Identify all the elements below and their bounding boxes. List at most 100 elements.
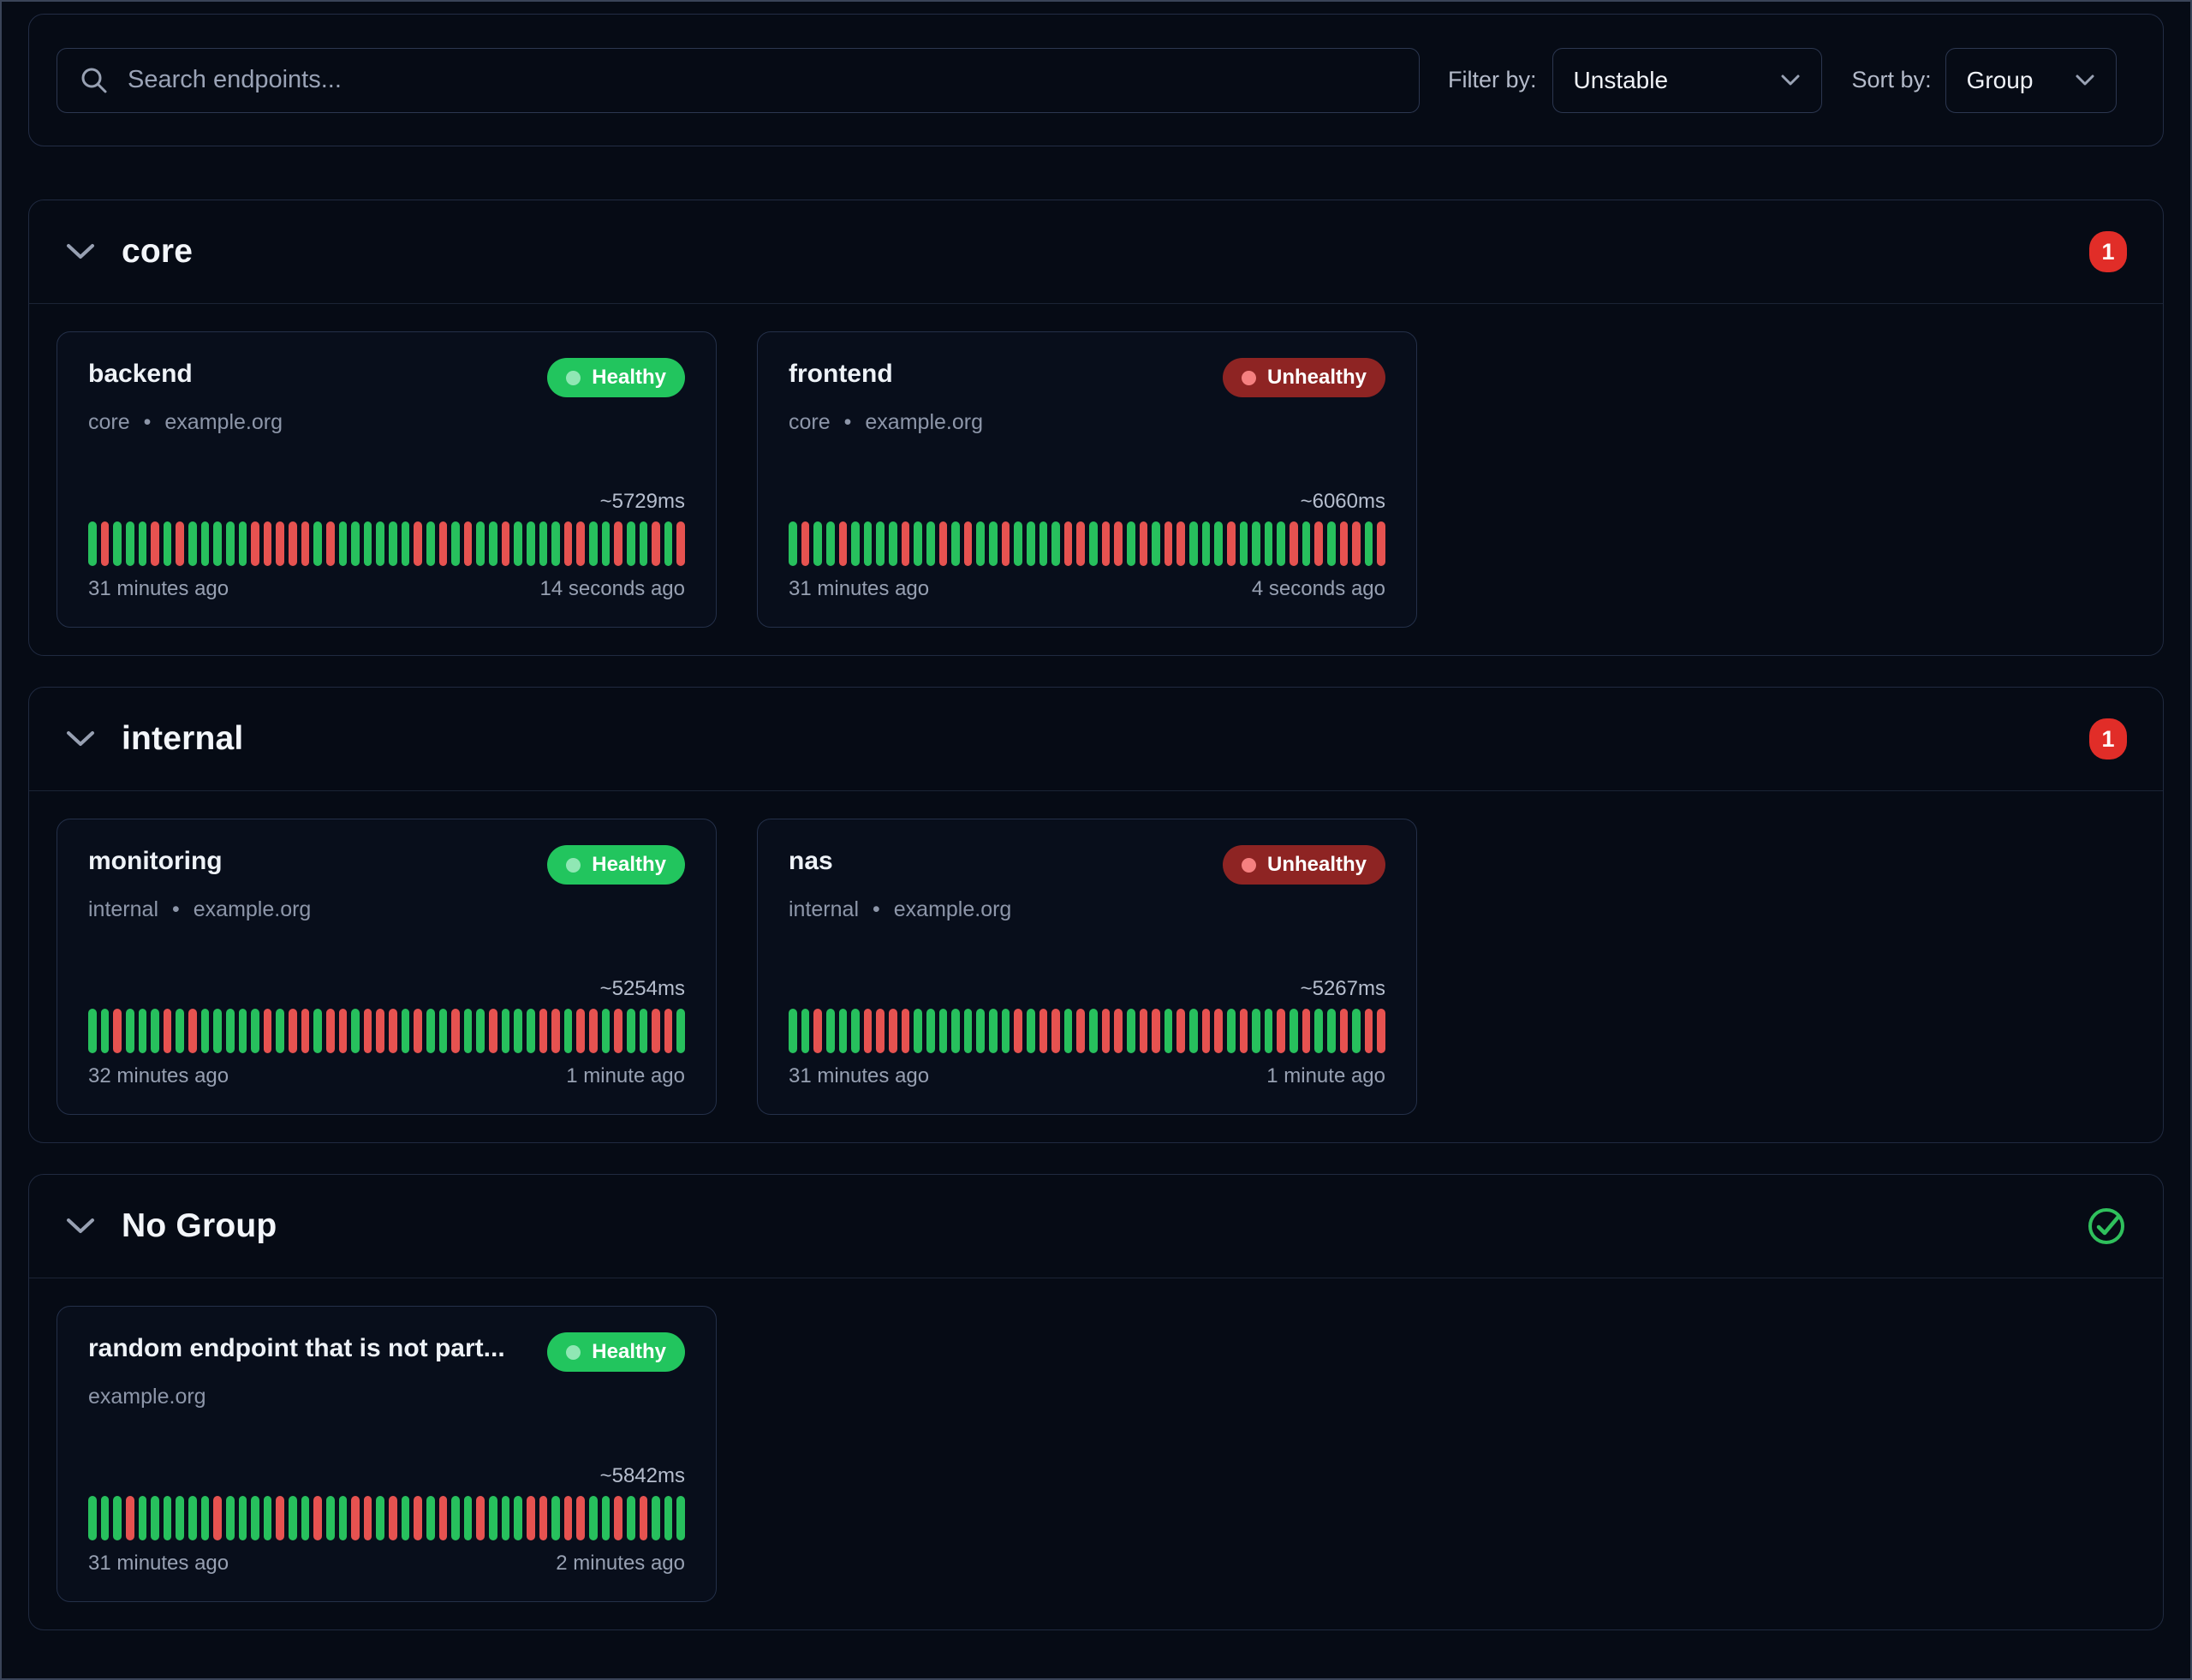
uptime-bar[interactable] <box>88 1496 97 1540</box>
uptime-bar[interactable] <box>1277 521 1285 566</box>
uptime-bar[interactable] <box>1240 1009 1248 1053</box>
uptime-bar[interactable] <box>1202 1009 1211 1053</box>
uptime-bar[interactable] <box>1102 1009 1111 1053</box>
uptime-bar[interactable] <box>1214 1009 1223 1053</box>
uptime-bar[interactable] <box>789 1009 797 1053</box>
uptime-bar[interactable] <box>489 521 497 566</box>
uptime-bar[interactable] <box>876 521 885 566</box>
uptime-bar[interactable] <box>640 1496 648 1540</box>
uptime-bar[interactable] <box>101 1496 110 1540</box>
uptime-bar[interactable] <box>1076 521 1085 566</box>
uptime-bar[interactable] <box>213 1009 222 1053</box>
search-box[interactable] <box>57 48 1420 113</box>
uptime-bar[interactable] <box>951 521 960 566</box>
uptime-bar[interactable] <box>527 1496 535 1540</box>
uptime-bar[interactable] <box>351 1009 360 1053</box>
uptime-bar[interactable] <box>589 521 598 566</box>
uptime-bar[interactable] <box>864 1009 873 1053</box>
uptime-bar[interactable] <box>389 1496 397 1540</box>
uptime-bar[interactable] <box>351 521 360 566</box>
endpoint-card[interactable]: nas Unhealthy internal • example.org ~52… <box>757 819 1417 1115</box>
uptime-bar[interactable] <box>1114 1009 1123 1053</box>
uptime-bar[interactable] <box>926 521 935 566</box>
uptime-bar[interactable] <box>489 1009 497 1053</box>
uptime-bar[interactable] <box>313 521 322 566</box>
uptime-bar[interactable] <box>176 521 184 566</box>
uptime-bar[interactable] <box>1027 1009 1035 1053</box>
uptime-bar[interactable] <box>364 1009 372 1053</box>
uptime-bar[interactable] <box>576 521 585 566</box>
uptime-bar[interactable] <box>289 521 297 566</box>
uptime-bar[interactable] <box>464 1496 473 1540</box>
uptime-bar[interactable] <box>614 521 622 566</box>
uptime-bar[interactable] <box>1102 521 1111 566</box>
endpoint-card[interactable]: monitoring Healthy internal • example.or… <box>57 819 717 1115</box>
uptime-bar[interactable] <box>951 1009 960 1053</box>
uptime-bar[interactable] <box>1189 521 1198 566</box>
uptime-bar[interactable] <box>539 1009 548 1053</box>
uptime-bar[interactable] <box>276 1496 284 1540</box>
uptime-bar[interactable] <box>851 1009 860 1053</box>
uptime-bar[interactable] <box>313 1496 322 1540</box>
uptime-bar[interactable] <box>201 521 210 566</box>
uptime-bar[interactable] <box>264 1496 272 1540</box>
uptime-bar[interactable] <box>239 1496 247 1540</box>
collapse-chevron-icon[interactable] <box>65 242 96 261</box>
uptime-bar[interactable] <box>564 1496 573 1540</box>
uptime-bar[interactable] <box>614 1009 622 1053</box>
uptime-bar[interactable] <box>176 1009 184 1053</box>
uptime-bar[interactable] <box>664 1009 673 1053</box>
uptime-bar[interactable] <box>1314 521 1323 566</box>
endpoint-card[interactable]: random endpoint that is not part... Heal… <box>57 1306 717 1602</box>
search-input[interactable] <box>126 65 1397 95</box>
uptime-bar[interactable] <box>576 1496 585 1540</box>
uptime-bar[interactable] <box>839 1009 848 1053</box>
uptime-bar[interactable] <box>1127 1009 1135 1053</box>
uptime-bar[interactable] <box>1377 1009 1385 1053</box>
uptime-bar[interactable] <box>1176 1009 1185 1053</box>
uptime-bar[interactable] <box>1252 1009 1260 1053</box>
uptime-bar[interactable] <box>989 521 998 566</box>
uptime-bar[interactable] <box>914 1009 922 1053</box>
uptime-bar[interactable] <box>264 521 272 566</box>
uptime-bar[interactable] <box>451 1496 460 1540</box>
uptime-bar[interactable] <box>502 521 510 566</box>
uptime-bar[interactable] <box>1114 521 1123 566</box>
uptime-bar[interactable] <box>1039 1009 1048 1053</box>
uptime-bar[interactable] <box>326 1496 335 1540</box>
uptime-bar[interactable] <box>1164 1009 1173 1053</box>
uptime-bar[interactable] <box>126 1009 134 1053</box>
uptime-bar[interactable] <box>664 1496 673 1540</box>
uptime-bar[interactable] <box>276 1009 284 1053</box>
uptime-bar[interactable] <box>627 521 635 566</box>
uptime-bar[interactable] <box>1089 521 1098 566</box>
uptime-bar[interactable] <box>414 1496 422 1540</box>
uptime-bar[interactable] <box>201 1009 210 1053</box>
uptime-bar[interactable] <box>889 521 897 566</box>
uptime-bar[interactable] <box>527 521 535 566</box>
uptime-bar[interactable] <box>551 521 560 566</box>
uptime-bar[interactable] <box>1002 1009 1010 1053</box>
uptime-bar[interactable] <box>301 1496 310 1540</box>
uptime-bar[interactable] <box>1377 521 1385 566</box>
uptime-bar[interactable] <box>652 1496 660 1540</box>
uptime-bar[interactable] <box>464 1009 473 1053</box>
uptime-bar[interactable] <box>864 521 873 566</box>
uptime-bar[interactable] <box>1152 1009 1160 1053</box>
uptime-bar[interactable] <box>476 521 485 566</box>
uptime-bar[interactable] <box>889 1009 897 1053</box>
uptime-bar[interactable] <box>489 1496 497 1540</box>
uptime-bar[interactable] <box>1089 1009 1098 1053</box>
uptime-bar[interactable] <box>339 1496 348 1540</box>
uptime-bar[interactable] <box>676 521 685 566</box>
uptime-bar[interactable] <box>964 521 973 566</box>
uptime-bar[interactable] <box>289 1496 297 1540</box>
uptime-bar[interactable] <box>1051 1009 1060 1053</box>
uptime-bar[interactable] <box>1014 1009 1022 1053</box>
uptime-bar[interactable] <box>551 1496 560 1540</box>
uptime-bar[interactable] <box>1039 521 1048 566</box>
uptime-bar[interactable] <box>826 1009 835 1053</box>
uptime-bar[interactable] <box>402 521 410 566</box>
uptime-bar[interactable] <box>976 1009 985 1053</box>
uptime-bar[interactable] <box>527 1009 535 1053</box>
